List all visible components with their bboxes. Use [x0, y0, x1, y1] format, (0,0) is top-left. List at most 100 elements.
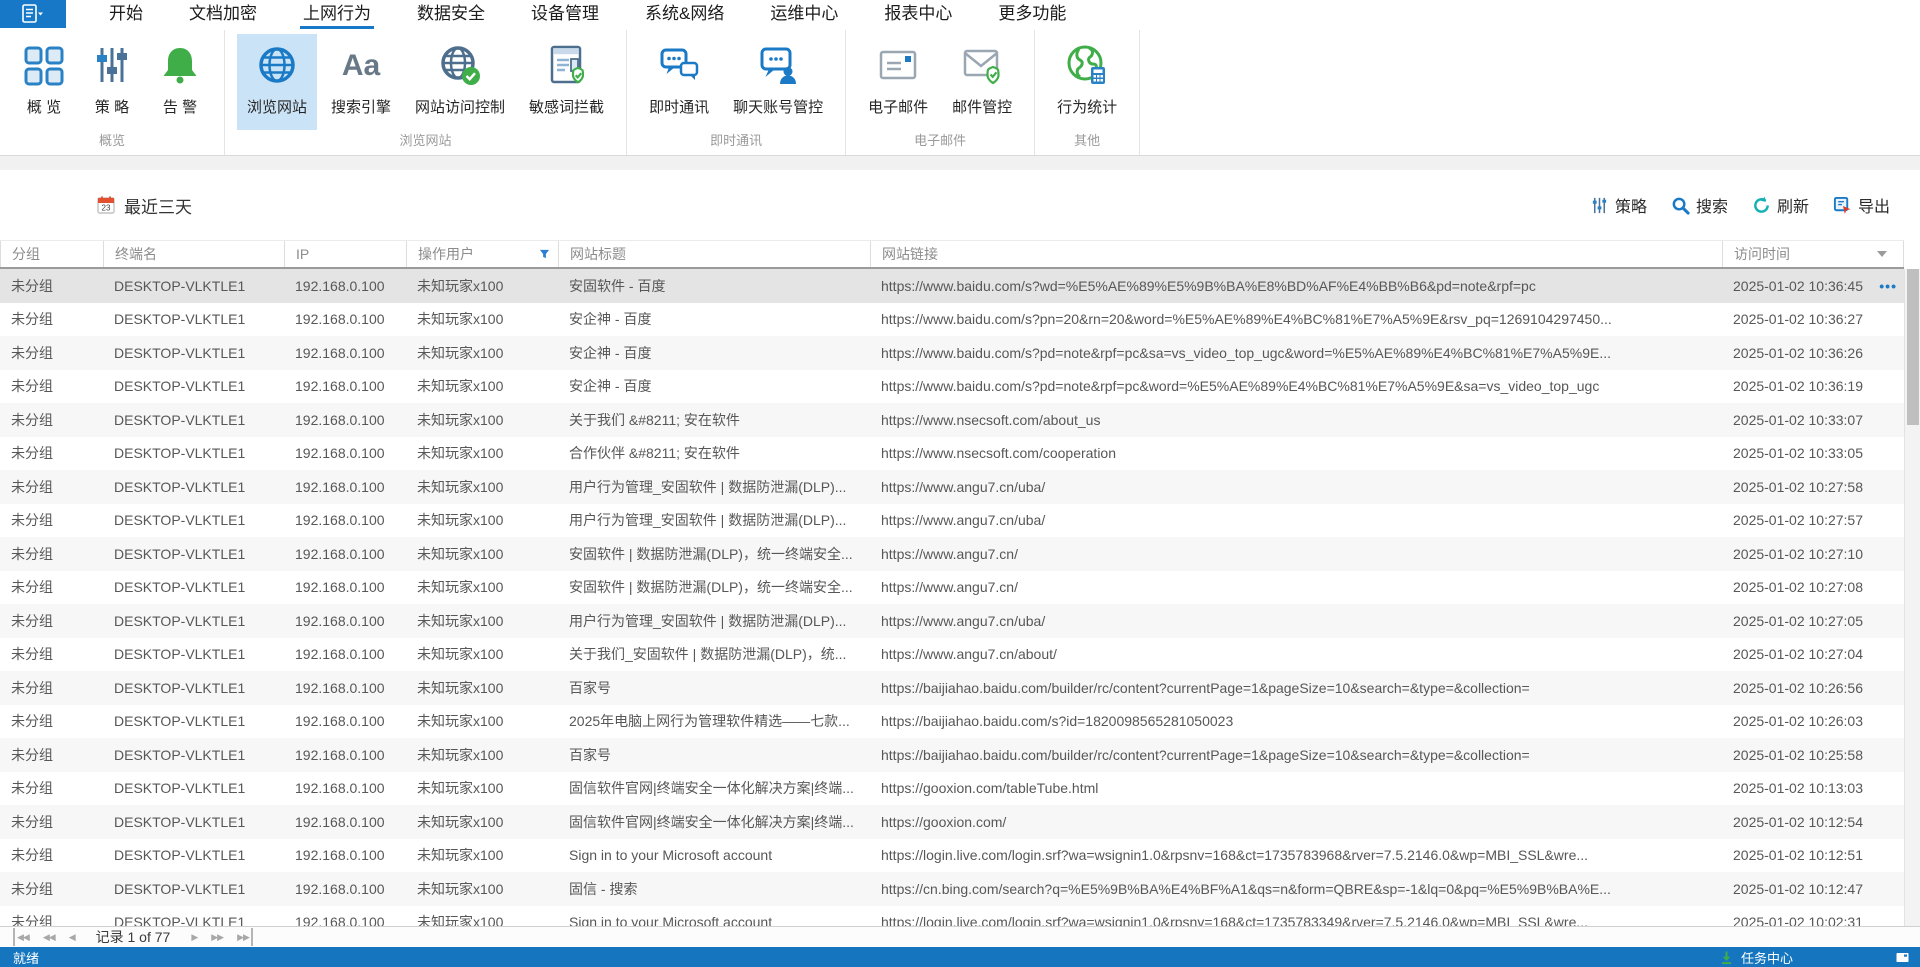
- menu-tab[interactable]: 设备管理: [508, 0, 622, 30]
- table-row[interactable]: 未分组 DESKTOP-VLKTLE1 192.168.0.100 未知玩家x1…: [0, 303, 1904, 337]
- pager-prev-page-button[interactable]: ◀◀: [36, 928, 62, 946]
- table-row[interactable]: 未分组 DESKTOP-VLKTLE1 192.168.0.100 未知玩家x1…: [0, 839, 1904, 873]
- cell-user: 未知玩家x100: [406, 879, 558, 899]
- table-row[interactable]: 未分组 DESKTOP-VLKTLE1 192.168.0.100 未知玩家x1…: [0, 805, 1904, 839]
- table-row[interactable]: 未分组 DESKTOP-VLKTLE1 192.168.0.100 未知玩家x1…: [0, 470, 1904, 504]
- table-row[interactable]: 未分组 DESKTOP-VLKTLE1 192.168.0.100 未知玩家x1…: [0, 872, 1904, 906]
- toolbar-action-button[interactable]: 导出: [1833, 193, 1890, 217]
- table-row[interactable]: 未分组 DESKTOP-VLKTLE1 192.168.0.100 未知玩家x1…: [0, 571, 1904, 605]
- cell-time: 2025-01-02 10:12:47: [1722, 881, 1904, 897]
- table-row[interactable]: 未分组 DESKTOP-VLKTLE1 192.168.0.100 未知玩家x1…: [0, 537, 1904, 571]
- ribbon-tool[interactable]: 电子邮件: [858, 34, 938, 130]
- cell-user: 未知玩家x100: [406, 912, 558, 926]
- task-window-icon[interactable]: [1895, 950, 1910, 965]
- table-row[interactable]: 未分组 DESKTOP-VLKTLE1 192.168.0.100 未知玩家x1…: [0, 403, 1904, 437]
- cell-terminal: DESKTOP-VLKTLE1: [103, 780, 284, 796]
- time-value: 2025-01-02 10:36:26: [1733, 345, 1863, 361]
- ribbon-tool[interactable]: 浏览网站: [237, 34, 317, 130]
- tool-label: 敏感词拦截: [529, 96, 604, 117]
- ribbon-tool[interactable]: 邮件管控: [942, 34, 1022, 130]
- time-value: 2025-01-02 10:36:19: [1733, 378, 1863, 394]
- ribbon-tool[interactable]: 概 览: [12, 34, 76, 130]
- ribbon-tool[interactable]: 搜索引擎: [321, 34, 401, 130]
- tool-icon: [22, 43, 66, 87]
- tool-icon: [438, 43, 482, 87]
- pager-first-button[interactable]: ◀◀: [13, 928, 36, 946]
- cell-ip: 192.168.0.100: [284, 780, 406, 796]
- cell-user: 未知玩家x100: [406, 343, 558, 363]
- cell-title: 用户行为管理_安固软件 | 数据防泄漏(DLP)...: [558, 611, 870, 631]
- cell-url: https://cn.bing.com/search?q=%E5%9B%BA%E…: [870, 881, 1722, 897]
- table-row[interactable]: 未分组 DESKTOP-VLKTLE1 192.168.0.100 未知玩家x1…: [0, 906, 1904, 927]
- column-header[interactable]: 操作用户: [406, 241, 558, 267]
- download-icon: [1719, 950, 1734, 965]
- ribbon-separator-band: [0, 156, 1920, 170]
- table-row[interactable]: 未分组 DESKTOP-VLKTLE1 192.168.0.100 未知玩家x1…: [0, 504, 1904, 538]
- cell-url: https://www.baidu.com/s?pd=note&rpf=pc&w…: [870, 378, 1722, 394]
- row-more-icon[interactable]: [1879, 278, 1897, 294]
- date-range-filter[interactable]: 最近三天: [96, 193, 192, 218]
- cell-user: 未知玩家x100: [406, 678, 558, 698]
- table-row[interactable]: 未分组 DESKTOP-VLKTLE1 192.168.0.100 未知玩家x1…: [0, 437, 1904, 471]
- menu-tab[interactable]: 报表中心: [861, 0, 975, 30]
- table-row[interactable]: 未分组 DESKTOP-VLKTLE1 192.168.0.100 未知玩家x1…: [0, 370, 1904, 404]
- toolbar-action-button[interactable]: 搜索: [1671, 193, 1728, 217]
- app-menu-button[interactable]: [0, 0, 66, 28]
- column-header-label: 终端名: [115, 244, 157, 264]
- cell-ip: 192.168.0.100: [284, 512, 406, 528]
- menu-tab[interactable]: 系统&网络: [622, 0, 747, 30]
- toolbar-action-button[interactable]: 策略: [1590, 193, 1647, 217]
- pager-prev-button[interactable]: ◀: [62, 928, 82, 946]
- cell-title: 百家号: [558, 678, 870, 698]
- table-row[interactable]: 未分组 DESKTOP-VLKTLE1 192.168.0.100 未知玩家x1…: [0, 772, 1904, 806]
- menu-tab[interactable]: 开始: [86, 0, 166, 30]
- cell-title: 安企神 - 百度: [558, 309, 870, 329]
- time-value: 2025-01-02 10:25:58: [1733, 747, 1863, 763]
- ribbon-tool[interactable]: 策 略: [80, 34, 144, 130]
- vertical-scrollbar[interactable]: [1904, 269, 1920, 926]
- table-row[interactable]: 未分组 DESKTOP-VLKTLE1 192.168.0.100 未知玩家x1…: [0, 638, 1904, 672]
- cell-user: 未知玩家x100: [406, 711, 558, 731]
- table-row[interactable]: 未分组 DESKTOP-VLKTLE1 192.168.0.100 未知玩家x1…: [0, 269, 1904, 303]
- ribbon-tool[interactable]: 告 警: [148, 34, 212, 130]
- table-row[interactable]: 未分组 DESKTOP-VLKTLE1 192.168.0.100 未知玩家x1…: [0, 604, 1904, 638]
- cell-terminal: DESKTOP-VLKTLE1: [103, 278, 284, 294]
- menu-tab[interactable]: 更多功能: [975, 0, 1089, 30]
- toolbar-action-label: 策略: [1615, 193, 1647, 217]
- menu-tab[interactable]: 文档加密: [166, 0, 280, 30]
- menu-tab[interactable]: 上网行为: [280, 0, 394, 30]
- toolbar-action-button[interactable]: 刷新: [1752, 193, 1809, 217]
- toolbar-action-label: 导出: [1858, 193, 1890, 217]
- ribbon-tool[interactable]: 敏感词拦截: [519, 34, 614, 130]
- filter-funnel-icon[interactable]: [539, 249, 550, 260]
- ribbon-tool[interactable]: 网站访问控制: [405, 34, 515, 130]
- ribbon-tool[interactable]: 即时通讯: [639, 34, 719, 130]
- calendar-icon: [96, 195, 116, 215]
- ribbon-tool[interactable]: 聊天账号管控: [723, 34, 833, 130]
- table-row[interactable]: 未分组 DESKTOP-VLKTLE1 192.168.0.100 未知玩家x1…: [0, 336, 1904, 370]
- cell-url: https://login.live.com/login.srf?wa=wsig…: [870, 847, 1722, 863]
- cell-time: 2025-01-02 10:12:54: [1722, 814, 1904, 830]
- column-header[interactable]: 访问时间: [1722, 241, 1904, 267]
- column-header[interactable]: IP: [284, 241, 406, 267]
- cell-title: 关于我们_安固软件 | 数据防泄漏(DLP)，统...: [558, 644, 870, 664]
- cell-title: 安固软件 | 数据防泄漏(DLP)，统一终端安全...: [558, 577, 870, 597]
- column-header[interactable]: 网站标题: [558, 241, 870, 267]
- menu-tab[interactable]: 数据安全: [394, 0, 508, 30]
- pager-next-button[interactable]: ▶: [184, 928, 204, 946]
- table-row[interactable]: 未分组 DESKTOP-VLKTLE1 192.168.0.100 未知玩家x1…: [0, 738, 1904, 772]
- pager-last-button[interactable]: ▶▶: [230, 928, 253, 946]
- scrollbar-thumb[interactable]: [1907, 269, 1919, 425]
- cell-title: 百家号: [558, 745, 870, 765]
- menu-tab[interactable]: 运维中心: [747, 0, 861, 30]
- table-row[interactable]: 未分组 DESKTOP-VLKTLE1 192.168.0.100 未知玩家x1…: [0, 705, 1904, 739]
- pager-next-page-button[interactable]: ▶▶: [204, 928, 230, 946]
- column-header[interactable]: 分组: [0, 241, 103, 267]
- column-header[interactable]: 终端名: [103, 241, 284, 267]
- column-header[interactable]: 网站链接: [870, 241, 1722, 267]
- task-center-button[interactable]: 任务中心: [1741, 948, 1793, 967]
- ribbon-tool[interactable]: 行为统计: [1047, 34, 1127, 130]
- tool-label: 行为统计: [1057, 96, 1117, 117]
- table-row[interactable]: 未分组 DESKTOP-VLKTLE1 192.168.0.100 未知玩家x1…: [0, 671, 1904, 705]
- sort-caret-icon[interactable]: [1877, 251, 1887, 262]
